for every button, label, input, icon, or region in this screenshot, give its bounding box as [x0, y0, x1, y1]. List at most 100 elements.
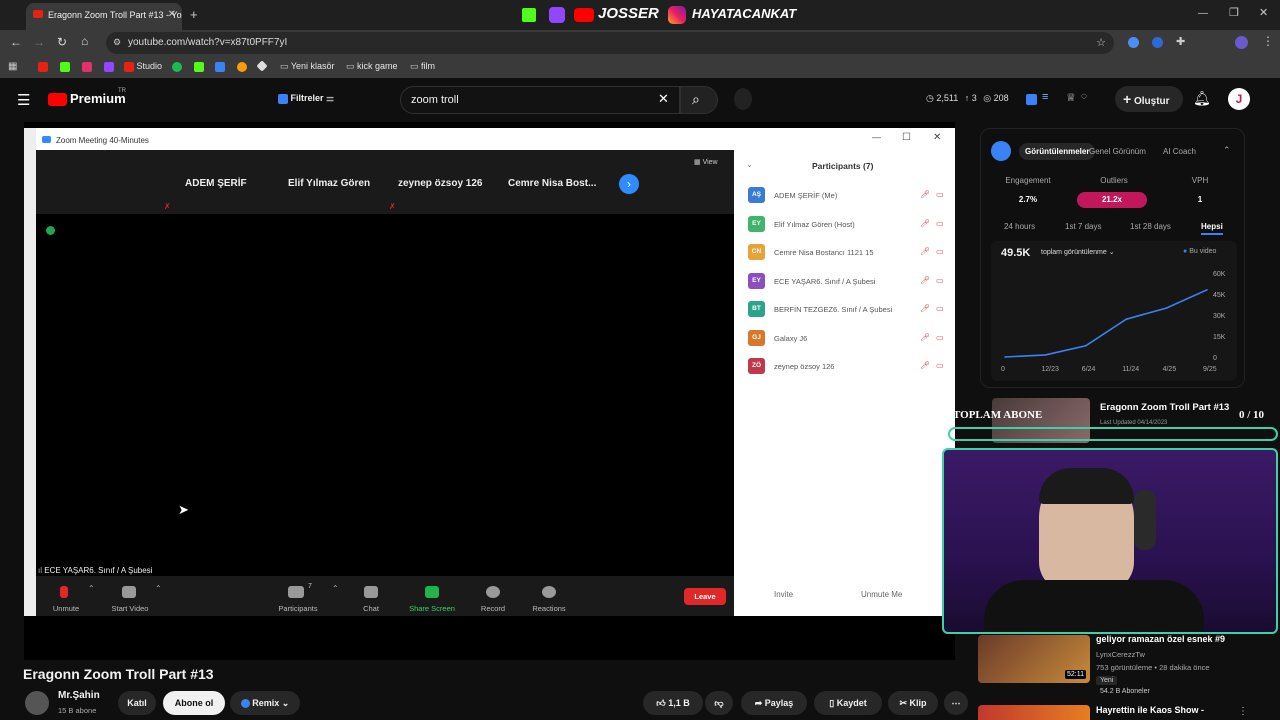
recommended-channel[interactable]: LynxCerezzTw [1096, 650, 1145, 659]
recommended-more-icon[interactable]: ⋮ [1238, 706, 1248, 717]
kick-bookmark-icon-2[interactable] [194, 62, 204, 72]
clip-button[interactable]: ✂ Klip [888, 691, 938, 715]
participants-button[interactable]: 7 Participants [268, 576, 328, 616]
bookmark-yeni-klasor[interactable]: ▭ Yeni klasör [280, 61, 335, 72]
back-icon[interactable]: ← [10, 35, 22, 49]
share-button[interactable]: ➦ Paylaş [741, 691, 807, 715]
recommended-title[interactable]: Hayrettin ile Kaos Show - [1096, 705, 1204, 715]
zoom-close-icon[interactable]: ✕ [933, 132, 941, 143]
profile-icon[interactable] [1235, 36, 1248, 49]
extension-icon[interactable] [1128, 37, 1139, 48]
period-all[interactable]: Hepsi [1201, 222, 1223, 235]
analytics-tab-overview[interactable]: Genel Görünüm [1089, 147, 1146, 156]
minimize-icon[interactable]: — [1198, 8, 1208, 19]
participant-row[interactable]: EY ECE YAŞAR6. Sınıf / A Şubesi 🎤︎ ▭ [748, 272, 948, 291]
restore-icon[interactable]: ❐ [1229, 6, 1239, 19]
gallery-tile-name[interactable]: ADEM ŞERİF [185, 178, 247, 189]
period-24h[interactable]: 24 hours [1004, 222, 1035, 231]
spotify-bookmark-icon[interactable] [172, 62, 182, 72]
share-screen-button[interactable]: Share Screen [402, 576, 462, 616]
apps-grid-icon[interactable]: ▦ [8, 61, 17, 72]
create-button[interactable]: + Oluştur [1115, 86, 1183, 112]
participant-row[interactable]: GJ Galaxy J6 🎤︎ ▭ [748, 329, 948, 348]
recommended-thumbnail[interactable] [978, 705, 1090, 720]
close-tab-icon[interactable]: ✕ [168, 9, 176, 20]
more-actions-button[interactable]: ⋯ [944, 691, 968, 715]
reload-icon[interactable]: ↻ [57, 35, 67, 49]
chat-icon[interactable]: ◌ [1081, 91, 1087, 102]
sidebar-video-title[interactable]: Eragonn Zoom Troll Part #13 [1100, 402, 1229, 413]
total-views-dropdown[interactable]: toplam görüntülenme ⌄ [1041, 248, 1115, 256]
bookmark-studio[interactable]: Studio [124, 61, 162, 72]
kick-bookmark-icon[interactable] [60, 62, 70, 72]
avatar[interactable]: J [1228, 88, 1250, 110]
join-button[interactable]: Katıl [118, 691, 156, 715]
list-icon[interactable]: ≡ [1042, 91, 1048, 103]
save-button[interactable]: ▯ Kaydet [814, 691, 882, 715]
participant-row[interactable]: AŞ ADEM ŞERİF (Me) 🎤︎ ▭ [748, 187, 948, 205]
youtube-bookmark-icon[interactable] [38, 62, 48, 72]
site-info-icon[interactable]: ⚙ [113, 37, 121, 48]
participants-options-icon[interactable]: ⌃ [332, 584, 339, 593]
puzzle-icon[interactable]: ✚ [1176, 35, 1185, 48]
channel-avatar[interactable] [25, 691, 49, 715]
filters-button[interactable]: Filtreler ⚌ [270, 88, 342, 110]
zoom-maximize-icon[interactable]: ☐ [902, 132, 911, 143]
zoom-main-video[interactable] [36, 150, 734, 616]
dislike-button[interactable]: 👎︎ [705, 691, 733, 715]
clear-search-icon[interactable]: ✕ [658, 91, 669, 107]
video-options-icon[interactable]: ⌃ [155, 584, 162, 593]
analytics-tab-views[interactable]: Görüntülenmeler [1019, 143, 1096, 160]
start-video-button[interactable]: Start Video [100, 576, 160, 616]
url-input[interactable]: ⚙ youtube.com/watch?v=x87t0PFF7yI ☆ [106, 32, 1114, 54]
bookmark-kick-game[interactable]: ▭ kick game [346, 61, 398, 72]
instagram-bookmark-icon[interactable] [82, 62, 92, 72]
bell-icon[interactable]: 🔔︎ [1193, 90, 1211, 107]
view-button[interactable]: ▦ View [694, 158, 718, 166]
twitch-bookmark-icon[interactable] [104, 62, 114, 72]
period-7d[interactable]: 1st 7 days [1065, 222, 1101, 231]
gallery-next-button[interactable]: › [619, 174, 639, 194]
bookmark-film[interactable]: ▭ film [410, 61, 435, 72]
search-button[interactable]: ⌕ [680, 86, 718, 114]
close-window-icon[interactable]: ✕ [1259, 6, 1268, 19]
participant-row[interactable]: CN Cemre Nisa Bostancı 1121 15 🎤︎ ▭ [748, 244, 948, 262]
menu-icon[interactable]: ⋮ [1262, 34, 1274, 48]
gallery-tile-name[interactable]: Elif Yılmaz Gören [288, 178, 370, 189]
leave-button[interactable]: Leave [684, 588, 726, 605]
new-tab-icon[interactable]: + [190, 7, 198, 22]
home-icon[interactable]: ⌂ [81, 34, 88, 48]
channel-name[interactable]: Mr.Şahin [58, 690, 100, 701]
period-28d[interactable]: 1st 28 days [1130, 222, 1171, 231]
browser-tab[interactable]: Eragonn Zoom Troll Part #13 - Yo ✕ [26, 3, 182, 30]
audio-options-icon[interactable]: ⌃ [88, 584, 95, 593]
hamburger-icon[interactable]: ☰ [17, 91, 30, 109]
gallery-tile-name[interactable]: zeynep özsoy 126 [398, 178, 482, 189]
subscribe-button[interactable]: Abone ol [163, 691, 225, 715]
analytics-tab-ai-coach[interactable]: AI Coach [1163, 147, 1196, 156]
mic-icon[interactable] [734, 88, 752, 110]
youtube-logo-icon[interactable] [48, 93, 67, 106]
unmute-button[interactable]: Unmute [36, 576, 96, 616]
unmute-me-button[interactable]: Unmute Me [861, 590, 902, 599]
forward-icon[interactable]: → [33, 35, 45, 49]
participant-row[interactable]: EY Elif Yılmaz Gören (Host) 🎤︎ ▭ [748, 215, 948, 234]
gallery-tile-name[interactable]: Cemre Nisa Bost... [508, 178, 596, 189]
bookmark-icon-3[interactable] [215, 62, 225, 72]
recommended-thumbnail[interactable]: 52:11 [978, 635, 1090, 683]
like-button[interactable]: 👍︎ 1,1 B [643, 691, 703, 715]
participant-row[interactable]: ZÖ zeynep özsoy 126 🎤︎ ▭ [748, 358, 948, 376]
search-input[interactable]: zoom troll [400, 86, 680, 114]
bookmark-star-icon[interactable]: ☆ [1096, 36, 1106, 49]
participant-row[interactable]: BT BERFİN TEZGEZ6. Sınıf / A Şubesi 🎤︎ ▭ [748, 301, 948, 319]
bookmark-icon-4[interactable] [237, 62, 247, 72]
trophy-icon[interactable]: ♕ [1066, 91, 1076, 104]
remix-button[interactable]: Remix ⌄ [230, 691, 300, 715]
chat-button[interactable]: Chat [341, 576, 401, 616]
zoom-minimize-icon[interactable]: — [872, 132, 881, 142]
iq-badge-icon[interactable] [1026, 94, 1037, 105]
bookmark-icon-5[interactable] [256, 60, 268, 72]
record-button[interactable]: Record [463, 576, 523, 616]
collapse-icon[interactable]: ⌃ [1223, 145, 1231, 156]
reactions-button[interactable]: Reactions [519, 576, 579, 616]
